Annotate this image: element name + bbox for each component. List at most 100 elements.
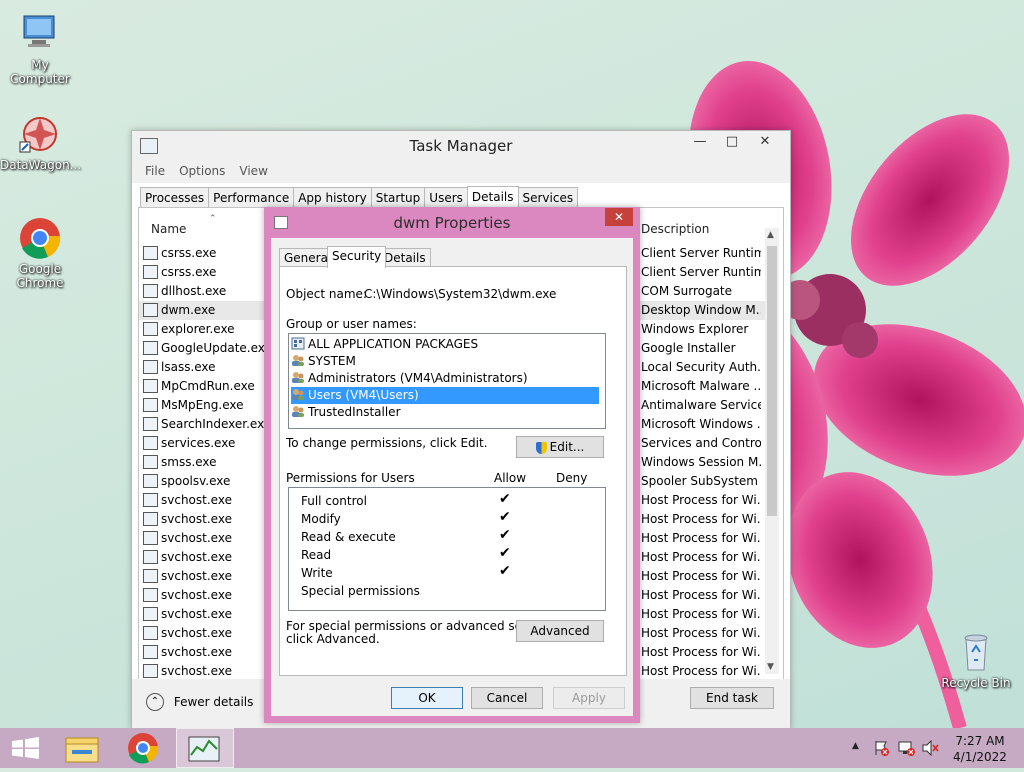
tab-performance[interactable]: Performance bbox=[208, 187, 295, 208]
process-description: Host Process for Wi... bbox=[641, 626, 761, 640]
recycle-bin-icon bbox=[954, 630, 998, 674]
process-name-cell: GoogleUpdate.exe bbox=[143, 339, 272, 358]
process-description: Host Process for Wi... bbox=[641, 607, 761, 621]
process-name: csrss.exe bbox=[161, 246, 217, 260]
process-icon bbox=[143, 492, 158, 507]
tab-security[interactable]: Security bbox=[327, 246, 387, 268]
network-icon[interactable] bbox=[898, 740, 916, 759]
process-description: Host Process for Wi... bbox=[641, 588, 761, 602]
show-hidden-icons-button[interactable]: ▲ bbox=[852, 741, 859, 751]
permission-name: Special permissions bbox=[301, 584, 420, 598]
end-task-button[interactable]: End task bbox=[690, 687, 774, 709]
process-name: svchost.exe bbox=[161, 569, 232, 583]
scrollbar-thumb[interactable] bbox=[767, 246, 777, 516]
tab-users[interactable]: Users bbox=[424, 187, 468, 208]
task-manager-titlebar[interactable]: Task Manager — □ ✕ bbox=[132, 131, 790, 161]
process-description: Local Security Auth... bbox=[641, 360, 761, 374]
desktop-icon-label: DataWagon... bbox=[0, 158, 82, 172]
process-description: Host Process for Wi... bbox=[641, 531, 761, 545]
desktop-icon-my-computer[interactable]: My Computer bbox=[0, 12, 80, 86]
menu-options[interactable]: Options bbox=[172, 161, 232, 181]
minimize-button[interactable]: — bbox=[684, 131, 716, 153]
permission-name: Modify bbox=[301, 512, 341, 526]
menu-file[interactable]: File bbox=[138, 161, 172, 181]
process-name-cell: dllhost.exe bbox=[143, 282, 226, 301]
process-icon bbox=[143, 473, 158, 488]
process-icon bbox=[143, 245, 158, 260]
menu-view[interactable]: View bbox=[232, 161, 274, 181]
desktop-icon-google-chrome[interactable]: Google Chrome bbox=[0, 216, 80, 290]
advanced-button[interactable]: Advanced bbox=[516, 620, 604, 642]
process-name: svchost.exe bbox=[161, 550, 232, 564]
close-button[interactable]: ✕ bbox=[748, 131, 782, 153]
advanced-text-line2: click Advanced. bbox=[286, 632, 380, 646]
clock[interactable]: 7:27 AM 4/1/2022 bbox=[950, 733, 1010, 765]
tab-services[interactable]: Services bbox=[517, 187, 579, 208]
column-header-name[interactable]: Name bbox=[151, 222, 186, 236]
process-name-cell: lsass.exe bbox=[143, 358, 216, 377]
allow-check-icon: ✔ bbox=[499, 545, 511, 561]
dialog-close-button[interactable]: ✕ bbox=[605, 208, 633, 226]
datawagon-icon bbox=[18, 112, 62, 156]
users-icon bbox=[291, 405, 305, 418]
process-description: Host Process for Wi... bbox=[641, 512, 761, 526]
group-list-item[interactable]: Administrators (VM4\Administrators) bbox=[291, 370, 599, 387]
process-icon bbox=[143, 644, 158, 659]
process-name: svchost.exe bbox=[161, 588, 232, 602]
scroll-up-icon[interactable]: ▲ bbox=[767, 230, 774, 240]
process-description: Spooler SubSystem ... bbox=[641, 474, 761, 488]
object-name-value: C:\Windows\System32\dwm.exe bbox=[364, 287, 557, 301]
desktop-icon-datawagon[interactable]: DataWagon... bbox=[0, 112, 82, 172]
process-description: Windows Explorer bbox=[641, 322, 749, 336]
tab-app-history[interactable]: App history bbox=[293, 187, 372, 208]
taskbar-chrome[interactable] bbox=[116, 728, 172, 768]
group-list-item[interactable]: ALL APPLICATION PACKAGES bbox=[291, 336, 599, 353]
folder-icon bbox=[65, 737, 99, 763]
process-name: svchost.exe bbox=[161, 531, 232, 545]
group-list-item[interactable]: TrustedInstaller bbox=[291, 404, 599, 421]
ok-button[interactable]: OK bbox=[391, 687, 463, 709]
volume-icon[interactable] bbox=[922, 739, 940, 759]
group-list-item[interactable]: Users (VM4\Users) bbox=[291, 387, 599, 404]
process-description: Microsoft Windows ... bbox=[641, 417, 761, 431]
fewer-details-button[interactable]: ⌃ Fewer details bbox=[146, 693, 253, 711]
process-description: Services and Control... bbox=[641, 436, 761, 450]
cancel-button[interactable]: Cancel bbox=[471, 687, 543, 709]
process-name-cell: MpCmdRun.exe bbox=[143, 377, 255, 396]
tab-startup[interactable]: Startup bbox=[370, 187, 426, 208]
vertical-scrollbar[interactable]: ▲ ▼ bbox=[765, 228, 779, 674]
action-center-flag-icon[interactable] bbox=[874, 740, 889, 756]
dialog-title: dwm Properties bbox=[393, 214, 511, 232]
permissions-list[interactable]: Full control ✔ Modify ✔ Read & execute ✔ Read ✔… bbox=[288, 487, 606, 611]
groups-label: Group or user names: bbox=[286, 317, 417, 331]
tab-details[interactable]: Details bbox=[379, 248, 431, 267]
process-description: Host Process for Wi... bbox=[641, 645, 761, 659]
process-icon bbox=[143, 283, 158, 298]
process-icon bbox=[143, 625, 158, 640]
taskbar-task-manager[interactable] bbox=[176, 728, 234, 768]
start-button[interactable] bbox=[0, 728, 56, 768]
desktop-icon-recycle-bin[interactable]: Recycle Bin bbox=[936, 630, 1016, 690]
column-header-description[interactable]: Description bbox=[641, 222, 709, 236]
edit-button[interactable]: Edit... bbox=[516, 436, 604, 458]
group-user-list[interactable]: ALL APPLICATION PACKAGES SYSTEM Administra… bbox=[288, 333, 606, 429]
tab-details[interactable]: Details bbox=[466, 186, 519, 209]
process-name: SearchIndexer.exe bbox=[161, 417, 272, 431]
scroll-down-icon[interactable]: ▼ bbox=[767, 662, 774, 672]
allow-check-icon: ✔ bbox=[499, 527, 511, 543]
chevron-up-icon: ⌃ bbox=[146, 693, 164, 711]
chrome-icon bbox=[128, 733, 159, 764]
process-name-cell: MsMpEng.exe bbox=[143, 396, 243, 415]
tab-processes[interactable]: Processes bbox=[140, 187, 210, 208]
group-list-item[interactable]: SYSTEM bbox=[291, 353, 599, 370]
taskbar-file-explorer[interactable] bbox=[58, 728, 114, 768]
maximize-button[interactable]: □ bbox=[716, 131, 748, 153]
clock-time: 7:27 AM bbox=[955, 734, 1005, 748]
desktop-icon-label: My Computer bbox=[10, 58, 70, 86]
process-icon bbox=[143, 663, 158, 678]
users-icon bbox=[291, 371, 305, 384]
process-icon bbox=[143, 549, 158, 564]
apply-button[interactable]: Apply bbox=[553, 687, 625, 709]
process-name-cell: svchost.exe bbox=[143, 605, 232, 624]
process-name: lsass.exe bbox=[161, 360, 216, 374]
